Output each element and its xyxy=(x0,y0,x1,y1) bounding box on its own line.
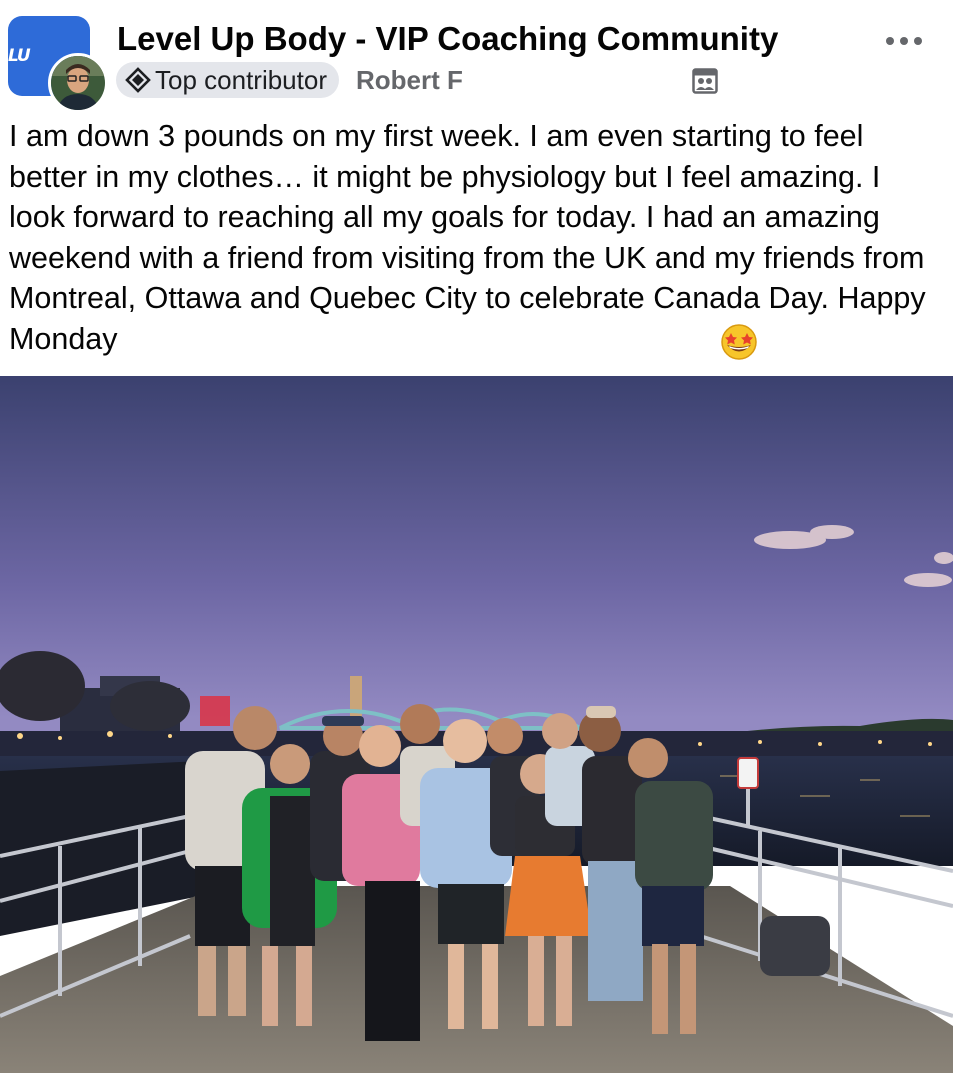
bollard xyxy=(760,916,830,976)
group-members-icon xyxy=(692,68,718,99)
group-photo-canada-day xyxy=(0,376,953,1073)
group-name-link[interactable]: Level Up Body - VIP Coaching Community xyxy=(117,20,778,58)
contributor-diamond-icon xyxy=(125,67,151,93)
post-meta: Top contributor Robert F xyxy=(116,62,463,98)
badge-label: Top contributor xyxy=(155,64,327,95)
post-body-text: I am down 3 pounds on my first week. I a… xyxy=(9,119,926,356)
avatar-stack[interactable]: LU xyxy=(8,16,108,113)
more-horizontal-icon xyxy=(886,37,922,45)
post-card: LU Level Up Body - VIP Coaching Communit… xyxy=(0,0,953,1073)
group-logo-text: LU xyxy=(8,46,31,66)
star-struck-emoji xyxy=(718,321,760,366)
more-options-button[interactable] xyxy=(885,33,923,49)
author-avatar[interactable] xyxy=(48,53,108,113)
top-contributor-badge[interactable]: Top contributor xyxy=(116,62,339,98)
author-photo xyxy=(51,56,105,110)
author-name-link[interactable]: Robert F xyxy=(356,65,463,96)
post-photo[interactable] xyxy=(0,376,953,1073)
post-header: LU Level Up Body - VIP Coaching Communit… xyxy=(0,0,953,113)
